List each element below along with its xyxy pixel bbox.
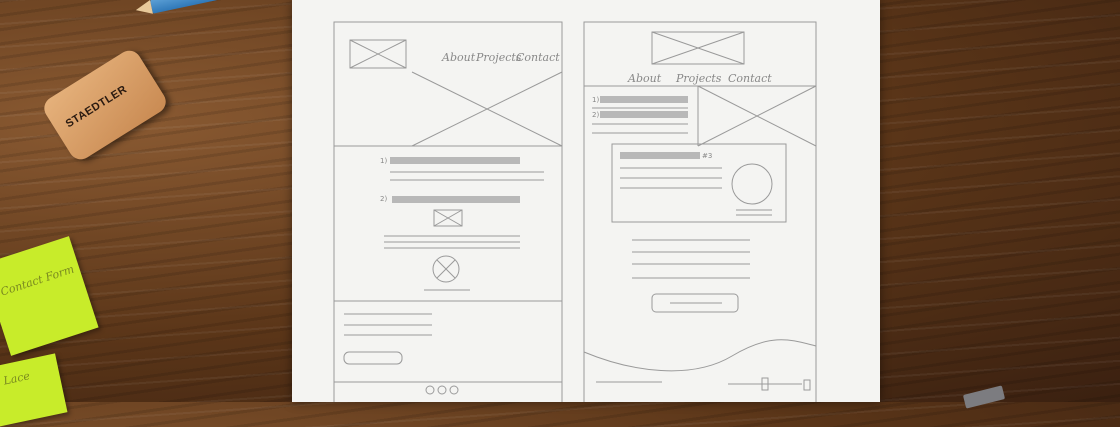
right-list-marker-1: 1) bbox=[592, 96, 599, 104]
right-slider-end bbox=[803, 379, 811, 391]
right-card-marker: #3 bbox=[702, 152, 712, 160]
left-dot bbox=[449, 385, 459, 395]
eraser: STAEDTLER bbox=[39, 46, 171, 164]
right-list-marker-2: 2) bbox=[592, 111, 599, 119]
sticky-note-text: Contact Form bbox=[0, 262, 76, 299]
left-dot bbox=[425, 385, 435, 395]
right-wireframe: About Projects Contact 1) 2) #3 bbox=[583, 21, 817, 405]
right-nav-contact: Contact bbox=[728, 72, 772, 85]
left-list-marker-1: 1) bbox=[380, 157, 387, 165]
eraser-brand-label: STAEDTLER bbox=[63, 83, 130, 131]
pencil-tip bbox=[134, 0, 153, 18]
left-list-marker-2: 2) bbox=[380, 195, 387, 203]
right-nav-about: About bbox=[627, 72, 662, 85]
left-button-sketch bbox=[343, 351, 403, 365]
right-scribble-1 bbox=[600, 96, 688, 103]
sticky-note-contact-form: Contact Form bbox=[0, 236, 99, 356]
left-scribble-2 bbox=[392, 196, 520, 203]
right-card-scribble bbox=[620, 152, 700, 159]
left-nav-projects: Projects bbox=[475, 51, 522, 64]
wireframe-sketch: About Projects Contact 1) 2) About Proje… bbox=[333, 21, 817, 405]
right-footer-wave bbox=[583, 339, 817, 372]
left-nav-contact: Contact bbox=[516, 51, 560, 64]
left-scribble-1 bbox=[390, 157, 520, 164]
wireframe-paper: About Projects Contact 1) 2) About Proje… bbox=[292, 0, 880, 405]
right-nav-projects: Projects bbox=[675, 72, 722, 85]
pencil bbox=[134, 0, 281, 18]
left-wireframe: About Projects Contact 1) 2) bbox=[333, 21, 563, 405]
sticky-note-lower: Lace bbox=[0, 353, 68, 427]
grey-object bbox=[962, 385, 1006, 409]
left-dot bbox=[437, 385, 447, 395]
left-frame bbox=[333, 21, 563, 405]
left-nav-about: About bbox=[441, 51, 476, 64]
right-scribble-2 bbox=[600, 111, 688, 118]
right-card-circle bbox=[731, 163, 773, 205]
sticky-note-text-lower: Lace bbox=[2, 369, 31, 388]
